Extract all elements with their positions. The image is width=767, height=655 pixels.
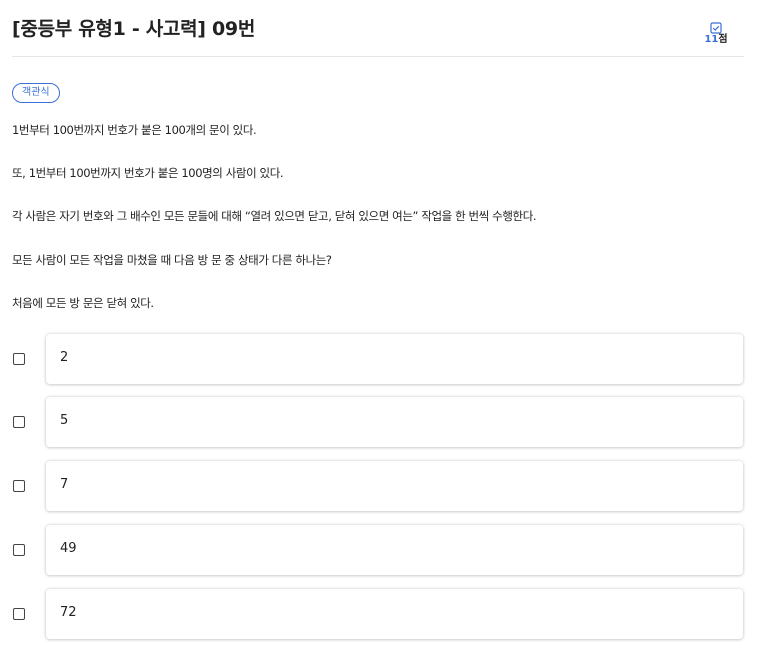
answer-option-label: 2 bbox=[60, 350, 69, 365]
score-indicator: 11점 bbox=[704, 22, 728, 45]
checkbox-icon bbox=[710, 22, 722, 34]
checkbox-empty-icon[interactable] bbox=[13, 608, 25, 620]
answer-option-label: 5 bbox=[60, 413, 69, 428]
answer-option-card[interactable]: 49 bbox=[46, 525, 743, 575]
answer-option-label: 7 bbox=[60, 477, 69, 492]
question-paragraph: 1번부터 100번까지 번호가 붙은 100개의 문이 있다. bbox=[12, 123, 257, 137]
page-title: [중등부 유형1 - 사고력] 09번 bbox=[12, 18, 255, 40]
answer-option-card[interactable]: 7 bbox=[46, 461, 743, 511]
question-paragraph: 모든 사람이 모든 작업을 마쳤을 때 다음 방 문 중 상태가 다른 하나는? bbox=[12, 253, 332, 267]
score-text: 11점 bbox=[704, 35, 728, 45]
question-paragraph: 각 사람은 자기 번호와 그 배수인 모든 문들에 대해 “열려 있으면 닫고,… bbox=[12, 209, 537, 223]
question-header: [중등부 유형1 - 사고력] 09번 11점 bbox=[12, 14, 744, 57]
checkbox-empty-icon[interactable] bbox=[13, 544, 25, 556]
answer-option-label: 72 bbox=[60, 605, 77, 620]
answer-option-card[interactable]: 2 bbox=[46, 334, 743, 384]
answer-option[interactable]: 5 bbox=[0, 397, 767, 447]
score-unit: 점 bbox=[718, 34, 728, 45]
answer-option-card[interactable]: 72 bbox=[46, 589, 743, 639]
checkbox-empty-icon[interactable] bbox=[13, 353, 25, 365]
question-type-badge: 객관식 bbox=[12, 83, 60, 103]
score-value: 11 bbox=[704, 34, 719, 45]
checkbox-empty-icon[interactable] bbox=[13, 416, 25, 428]
answer-option-label: 49 bbox=[60, 541, 77, 556]
question-paragraph: 처음에 모든 방 문은 닫혀 있다. bbox=[12, 296, 154, 310]
answer-option[interactable]: 2 bbox=[0, 334, 767, 384]
question-paragraph: 또, 1번부터 100번까지 번호가 붙은 100명의 사람이 있다. bbox=[12, 166, 284, 180]
answer-option[interactable]: 7 bbox=[0, 461, 767, 511]
answer-option-card[interactable]: 5 bbox=[46, 397, 743, 447]
answer-option[interactable]: 72 bbox=[0, 589, 767, 639]
answer-option[interactable]: 49 bbox=[0, 525, 767, 575]
checkbox-empty-icon[interactable] bbox=[13, 480, 25, 492]
